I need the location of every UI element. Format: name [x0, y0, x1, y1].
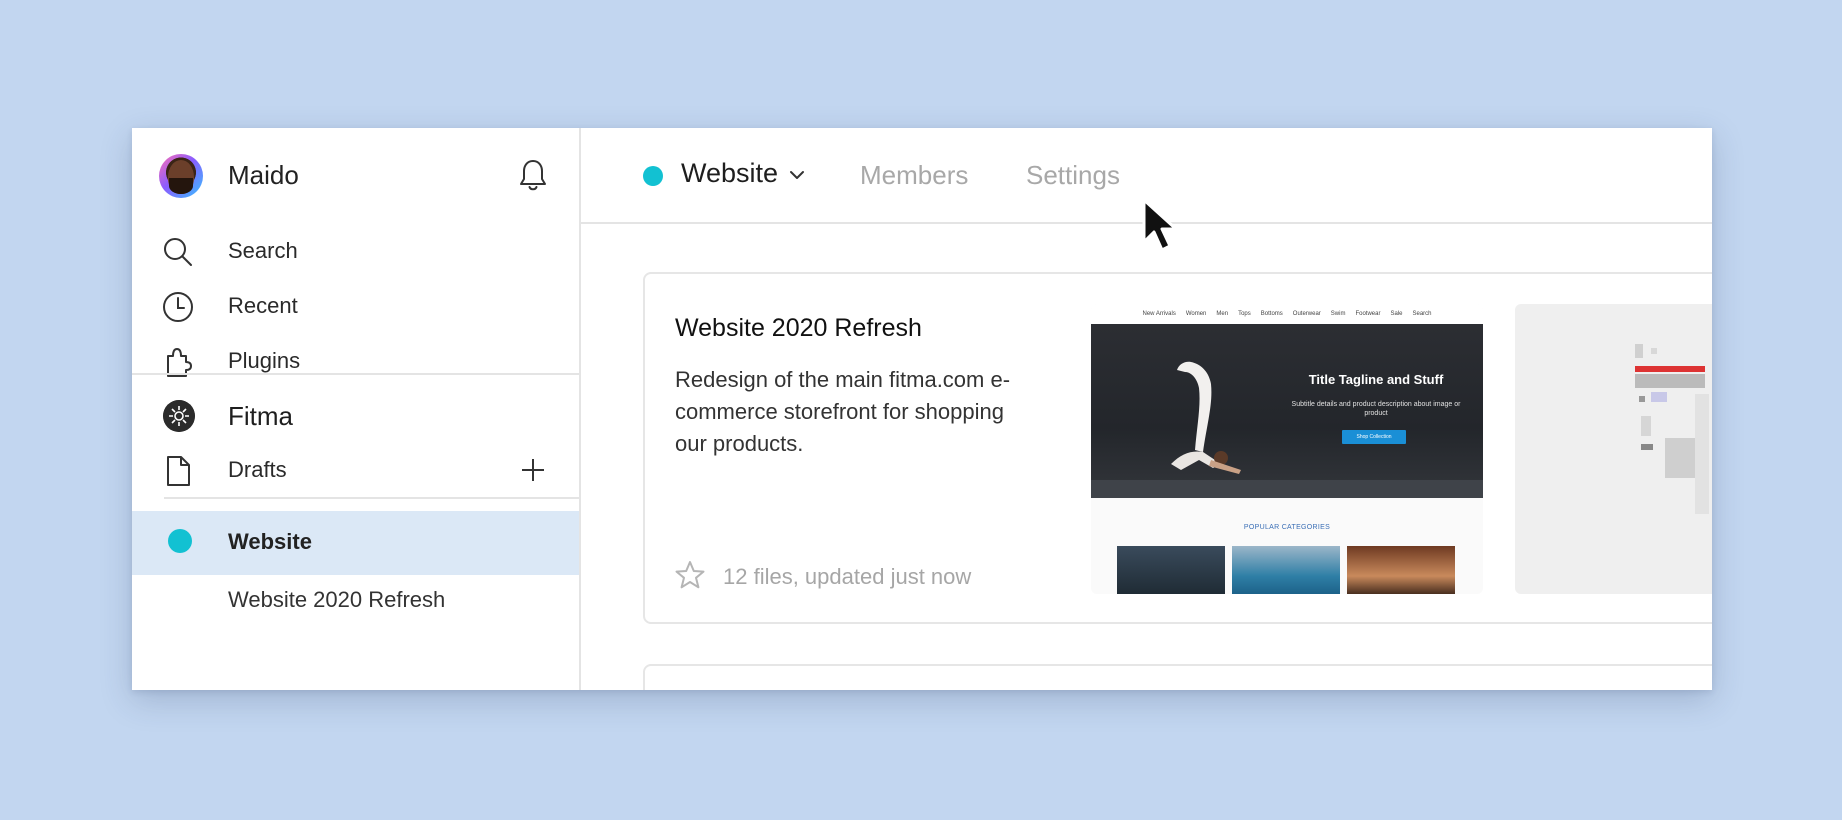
thumbnail-category-image — [1347, 546, 1455, 594]
file-card[interactable] — [643, 664, 1712, 690]
user-name: Maido — [228, 160, 299, 190]
fitma-logo-icon — [163, 400, 195, 432]
avatar[interactable] — [159, 154, 203, 198]
thumbnail-nav-item: Sale — [1390, 311, 1403, 317]
card-title: Website 2020 Refresh — [675, 314, 922, 342]
file-card[interactable]: Website 2020 Refresh Redesign of the mai… — [643, 272, 1712, 624]
org-item-fitma[interactable]: Fitma — [132, 387, 579, 447]
thumbnail-nav-item: Women — [1185, 311, 1207, 317]
thumbnail-nav-item: New Arrivals — [1142, 311, 1176, 317]
wireframe-thumbnail-image — [1635, 344, 1709, 514]
sidebar-item-label: Drafts — [228, 457, 287, 482]
sidebar-item-drafts[interactable]: Drafts — [132, 441, 579, 501]
thumbnail-hero: Title Tagline and Stuff Subtitle details… — [1091, 324, 1483, 498]
chevron-down-icon[interactable] — [789, 168, 805, 182]
sidebar-item-label: Website — [228, 529, 312, 554]
thumbnail-hero-mat — [1091, 480, 1483, 498]
file-thumbnail[interactable] — [1515, 304, 1712, 594]
sidebar-divider — [132, 373, 579, 375]
thumbnail-hero-title: Title Tagline and Stuff — [1308, 372, 1444, 387]
avatar-beard — [169, 178, 193, 194]
document-icon — [167, 456, 190, 486]
sidebar-item-label: Search — [228, 238, 298, 263]
search-icon — [164, 238, 192, 266]
tab-members[interactable]: Members — [860, 160, 968, 191]
yoga-figure-image — [1171, 361, 1241, 474]
thumbnail-nav-item: Tops — [1238, 311, 1251, 317]
file-thumbnail[interactable]: New Arrivals Women Men Tops Bottoms Oute… — [1091, 304, 1483, 594]
sidebar-item-recent[interactable]: Recent — [132, 277, 579, 337]
sidebar-item-search[interactable]: Search — [132, 222, 579, 282]
thumbnail-nav-item: Footwear — [1355, 311, 1381, 317]
sidebar-divider — [164, 497, 580, 499]
thumbnail-nav-item: Search — [1412, 311, 1432, 317]
thumbnail-nav-item: Men — [1216, 311, 1229, 317]
card-meta: 12 files, updated just now — [723, 564, 972, 589]
clock-icon — [163, 292, 193, 322]
thumbnail-nav: New Arrivals Women Men Tops Bottoms Oute… — [1091, 304, 1483, 324]
app-window: Maido Search Recent Plugins Fitma Drafts… — [132, 128, 1712, 690]
thumbnail-nav-item: Outerwear — [1292, 311, 1321, 317]
thumbnail-cta: Shop Collection — [1342, 430, 1406, 444]
sidebar: Maido Search Recent Plugins Fitma Drafts… — [132, 128, 581, 690]
sidebar-item-label: Recent — [228, 293, 298, 318]
project-switcher[interactable]: Website — [681, 158, 778, 189]
plus-icon[interactable] — [520, 457, 546, 483]
sidebar-item-website-2020-refresh[interactable]: Website 2020 Refresh — [132, 575, 579, 635]
thumbnail-hero-subtitle: Subtitle details and product description… — [1291, 401, 1461, 417]
bell-icon[interactable] — [518, 158, 548, 194]
thumbnail-nav-item: Swim — [1330, 311, 1346, 317]
project-color-dot — [643, 166, 663, 186]
sidebar-item-website[interactable]: Website — [132, 511, 579, 575]
user-row[interactable]: Maido — [132, 128, 579, 224]
thumbnail-nav-item: Bottoms — [1260, 311, 1283, 317]
project-color-dot — [168, 529, 192, 553]
tab-settings[interactable]: Settings — [1026, 160, 1120, 191]
sidebar-item-plugins[interactable]: Plugins — [132, 332, 579, 392]
mouse-cursor-icon — [1142, 198, 1178, 252]
sidebar-item-label: Website 2020 Refresh — [228, 587, 446, 612]
sidebar-item-label: Plugins — [228, 348, 301, 373]
org-name: Fitma — [228, 401, 293, 431]
thumbnail-category-image — [1117, 546, 1225, 594]
thumbnail-section-title: POPULAR CATEGORIES — [1243, 524, 1331, 531]
card-description: Redesign of the main fitma.com e-commerc… — [675, 367, 1011, 456]
star-icon[interactable] — [675, 560, 705, 590]
thumbnail-category-image — [1232, 546, 1340, 594]
